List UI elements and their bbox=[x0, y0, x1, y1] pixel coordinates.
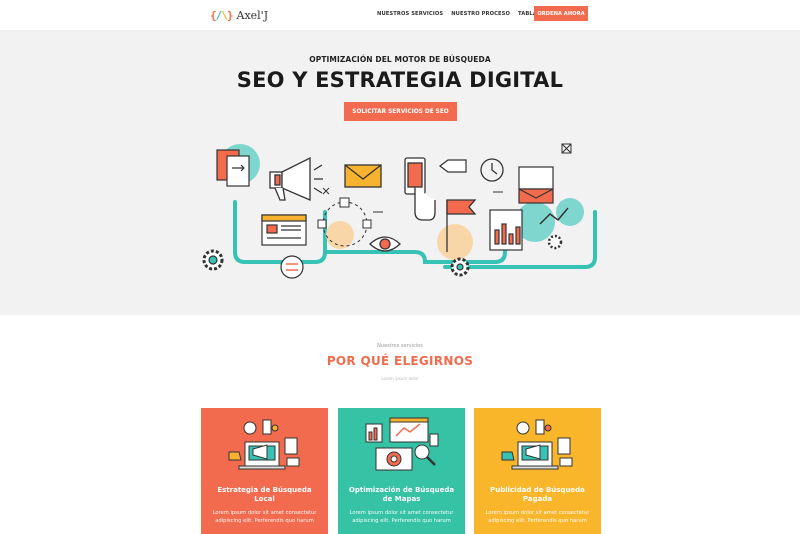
brand-name: Axel'J bbox=[236, 8, 269, 22]
service-card-local[interactable]: Estrategia de Búsqueda Local Lorem ipsum… bbox=[201, 408, 328, 534]
nav-item-process[interactable]: NUESTRO PROCESO bbox=[451, 11, 510, 17]
seo-illustration bbox=[202, 143, 597, 279]
hero-title: SEO Y ESTRATEGIA DIGITAL bbox=[236, 68, 564, 92]
local-search-illustration bbox=[228, 419, 300, 470]
card-body: Lorem ipsum dolor sit amet consectetur a… bbox=[485, 510, 590, 524]
clock-icon bbox=[480, 158, 504, 182]
paid-search-illustration bbox=[501, 419, 573, 470]
hero-eyebrow: OPTIMIZACIÓN DEL MOTOR DE BÚSQUEDA bbox=[309, 55, 491, 64]
megaphone-icon bbox=[269, 156, 323, 201]
site-header: {/\} Axel'J NUESTROS SERVICIOS NUESTRO P… bbox=[0, 0, 800, 30]
brand-logo[interactable]: {/\} Axel'J bbox=[210, 5, 268, 25]
card-title: Publicidad de Búsqueda Pagada bbox=[490, 486, 585, 503]
chart-icon bbox=[489, 209, 523, 251]
smartphone-icon bbox=[404, 157, 436, 221]
browser-window-icon bbox=[261, 214, 307, 246]
section-subtitle: Lorem ipsum dolor bbox=[381, 376, 419, 381]
nav-item-services[interactable]: NUESTROS SERVICIOS bbox=[377, 11, 443, 17]
maps-optimization-illustration bbox=[365, 417, 439, 471]
card-body: Lorem ipsum dolor sit amet consectetur a… bbox=[349, 510, 454, 524]
service-card-maps[interactable]: Optimización de Búsqueda de Mapas Lorem … bbox=[338, 408, 465, 534]
section-kicker: Nuestros servicios bbox=[377, 343, 423, 349]
hero-section: OPTIMIZACIÓN DEL MOTOR DE BÚSQUEDA SEO Y… bbox=[0, 30, 800, 315]
card-title: Estrategia de Búsqueda Local bbox=[217, 486, 312, 503]
logo-icon: {/\} bbox=[210, 8, 233, 22]
request-seo-button[interactable]: SOLICITAR SERVICIOS DE SEO bbox=[344, 102, 457, 121]
card-title: Optimización de Búsqueda de Mapas bbox=[348, 486, 455, 503]
section-title: POR QUÉ ELEGIRNOS bbox=[326, 354, 474, 368]
order-now-button[interactable]: ORDENA AHORA bbox=[534, 6, 588, 21]
service-card-paid[interactable]: Publicidad de Búsqueda Pagada Lorem ipsu… bbox=[474, 408, 601, 534]
eye-icon bbox=[369, 236, 401, 252]
envelope-icon bbox=[344, 164, 382, 188]
card-body: Lorem ipsum dolor sit amet consectetur a… bbox=[212, 510, 317, 524]
